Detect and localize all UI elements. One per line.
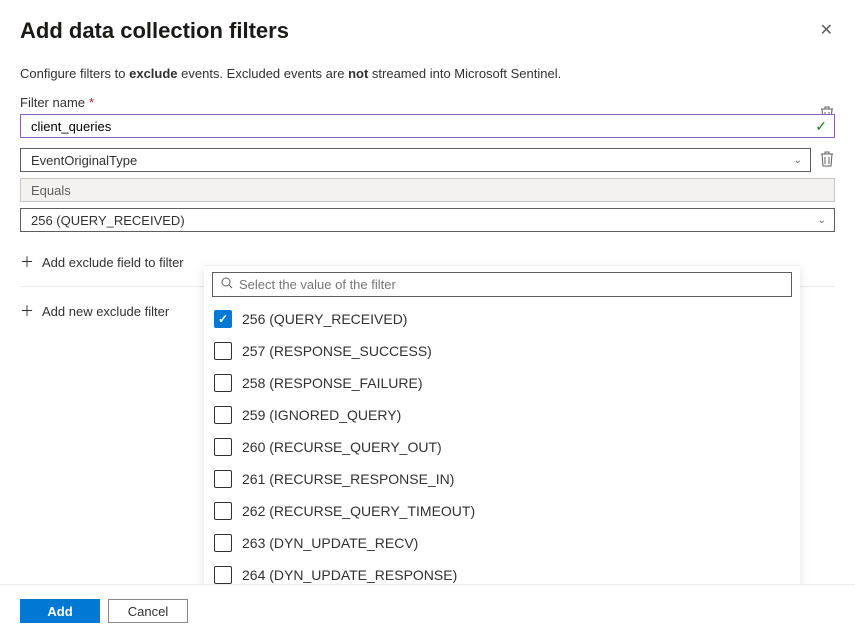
checkbox[interactable]: [214, 310, 232, 328]
value-select[interactable]: 256 (QUERY_RECEIVED) ⌄: [20, 208, 835, 232]
dropdown-option[interactable]: 263 (DYN_UPDATE_RECV): [204, 527, 800, 559]
field-select[interactable]: EventOriginalType ⌄: [20, 148, 811, 172]
dropdown-search-input[interactable]: [212, 272, 792, 297]
option-label: 258 (RESPONSE_FAILURE): [242, 375, 423, 391]
chevron-down-icon: ⌄: [794, 155, 802, 166]
search-icon: [221, 277, 233, 292]
option-label: 259 (IGNORED_QUERY): [242, 407, 401, 423]
dropdown-option[interactable]: 256 (QUERY_RECEIVED): [204, 303, 800, 335]
options-list[interactable]: 256 (QUERY_RECEIVED) 257 (RESPONSE_SUCCES…: [204, 303, 800, 595]
add-exclude-field-button[interactable]: ＋ Add exclude field to filter: [20, 238, 184, 286]
dropdown-option[interactable]: 258 (RESPONSE_FAILURE): [204, 367, 800, 399]
description-text: Configure filters to exclude events. Exc…: [20, 66, 835, 81]
checkbox[interactable]: [214, 406, 232, 424]
checkbox[interactable]: [214, 566, 232, 584]
operator-select: Equals: [20, 178, 835, 202]
page-title: Add data collection filters: [20, 18, 289, 44]
checkbox[interactable]: [214, 502, 232, 520]
option-label: 264 (DYN_UPDATE_RESPONSE): [242, 567, 457, 583]
option-label: 260 (RECURSE_QUERY_OUT): [242, 439, 442, 455]
option-label: 257 (RESPONSE_SUCCESS): [242, 343, 432, 359]
footer: Add Cancel: [0, 584, 855, 637]
close-icon[interactable]: ✕: [818, 18, 835, 42]
dropdown-option[interactable]: 259 (IGNORED_QUERY): [204, 399, 800, 431]
dropdown-option[interactable]: 262 (RECURSE_QUERY_TIMEOUT): [204, 495, 800, 527]
delete-field-icon[interactable]: [819, 151, 835, 170]
plus-icon: ＋: [20, 301, 34, 321]
filter-name-label: Filter name*: [20, 95, 94, 110]
option-label: 256 (QUERY_RECEIVED): [242, 311, 407, 327]
option-label: 262 (RECURSE_QUERY_TIMEOUT): [242, 503, 475, 519]
dropdown-option[interactable]: 260 (RECURSE_QUERY_OUT): [204, 431, 800, 463]
cancel-button[interactable]: Cancel: [108, 599, 188, 623]
value-dropdown-panel: 256 (QUERY_RECEIVED) 257 (RESPONSE_SUCCES…: [204, 265, 800, 595]
validation-check-icon: ✓: [815, 118, 827, 135]
filter-name-input[interactable]: [20, 114, 835, 138]
option-label: 261 (RECURSE_RESPONSE_IN): [242, 471, 454, 487]
add-new-exclude-filter-button[interactable]: ＋ Add new exclude filter: [20, 287, 169, 335]
plus-icon: ＋: [20, 252, 34, 272]
checkbox[interactable]: [214, 342, 232, 360]
dropdown-option[interactable]: 257 (RESPONSE_SUCCESS): [204, 335, 800, 367]
checkbox[interactable]: [214, 374, 232, 392]
dropdown-option[interactable]: 261 (RECURSE_RESPONSE_IN): [204, 463, 800, 495]
checkbox[interactable]: [214, 438, 232, 456]
checkbox[interactable]: [214, 534, 232, 552]
add-button[interactable]: Add: [20, 599, 100, 623]
option-label: 263 (DYN_UPDATE_RECV): [242, 535, 418, 551]
checkbox[interactable]: [214, 470, 232, 488]
chevron-down-icon: ⌄: [818, 215, 826, 226]
